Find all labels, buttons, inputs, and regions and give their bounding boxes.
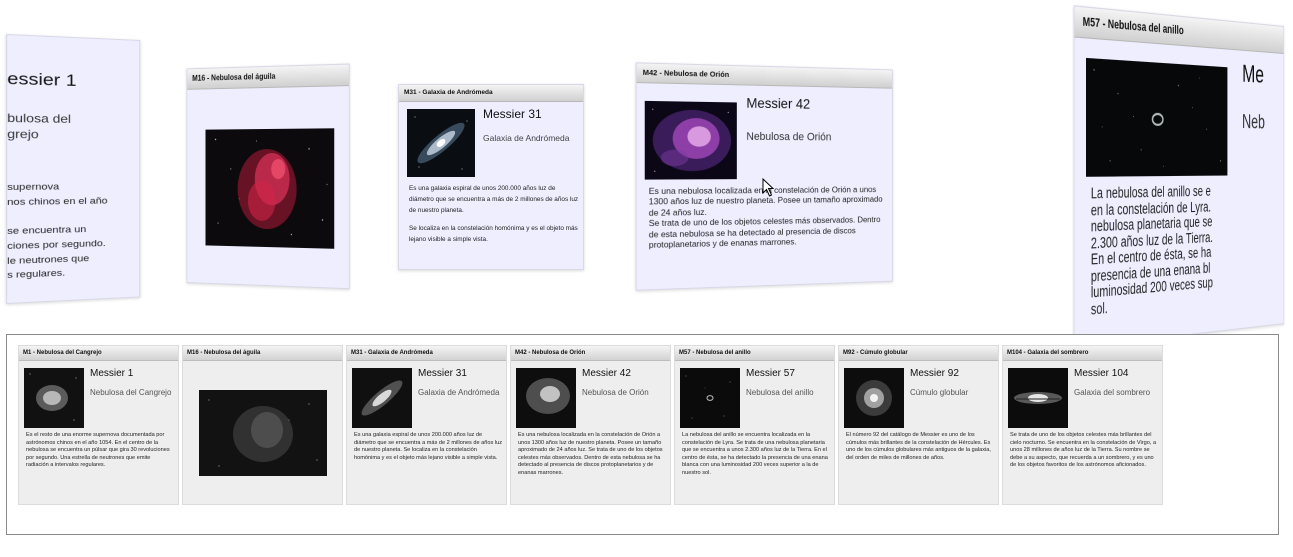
tile-title: Messier 1 — [90, 368, 133, 379]
tile-description: La nebulosa del anillo se encuentra loca… — [682, 432, 830, 502]
strip-tile-m16[interactable]: M16 - Nebulosa del águila — [182, 345, 343, 505]
andromeda-galaxy-image — [352, 368, 412, 428]
tile-subtitle: Nebulosa del Cangrejo — [90, 388, 174, 398]
tile-description: Es el resto de una enorme supernova docu… — [26, 432, 174, 502]
mouse-pointer-icon — [762, 178, 776, 198]
tile-subtitle: Nebulosa de Orión — [582, 388, 666, 398]
tile-description: Es una nebulosa localizada en la constel… — [518, 432, 666, 502]
strip-tile-m92[interactable]: M92 - Cúmulo globular Messier 92 Cúmulo … — [838, 345, 999, 505]
eagle-nebula-image — [206, 128, 335, 248]
carousel-card-m16[interactable]: M16 - Nebulosa del águila — [186, 63, 349, 289]
card-header: M42 - Nebulosa de Orión — [637, 63, 892, 88]
strip-tile-m31[interactable]: M31 - Galaxia de Andrómeda Messier 31 Ga… — [346, 345, 507, 505]
orion-nebula-image — [516, 368, 576, 428]
strip-tile-m104[interactable]: M104 - Galaxia del sombrero Messier 104 … — [1002, 345, 1163, 505]
card-description: La nebulosa del anillo se e en la conste… — [1091, 183, 1284, 319]
tile-header: M104 - Galaxia del sombrero — [1003, 346, 1162, 361]
carousel-card-m42[interactable]: M42 - Nebulosa de Orión Messier 42 Nebul… — [636, 62, 893, 290]
card-header: M57 - Nebulosa del anillo — [1074, 6, 1283, 53]
eagle-nebula-image — [199, 390, 327, 476]
tile-description: Se trata de uno de los objetos celestes … — [1010, 432, 1158, 502]
card-header: M16 - Nebulosa del águila — [187, 65, 349, 90]
carousel-card-m57[interactable]: M57 - Nebulosa del anillo Me Neb La nebu… — [1074, 5, 1284, 348]
card-subtitle: Galaxia de Andrómeda — [483, 133, 573, 144]
carousel-card-m1[interactable]: essier 1 bulosa del grejo supernova nos … — [6, 34, 140, 304]
tile-title: Messier 104 — [1074, 368, 1128, 379]
card-title: Messier 31 — [483, 107, 542, 121]
card-header: M31 - Galaxia de Andrómeda — [399, 85, 583, 102]
carousel-3d: essier 1 bulosa del grejo supernova nos … — [0, 0, 1293, 325]
tile-subtitle: Nebulosa del anillo — [746, 388, 830, 398]
card-title: Messier 42 — [746, 95, 810, 112]
tile-title: Messier 92 — [910, 368, 959, 379]
tile-title: Messier 42 — [582, 368, 631, 379]
tile-subtitle: Galaxia de Andrómeda — [418, 388, 502, 398]
carousel-card-m31[interactable]: M31 - Galaxia de Andrómeda Messier 31 Ga… — [398, 84, 584, 270]
tile-header: M42 - Nebulosa de Orión — [511, 346, 670, 361]
ring-nebula-image — [680, 368, 740, 428]
globular-cluster-image — [844, 368, 904, 428]
andromeda-galaxy-image — [407, 109, 475, 177]
tile-subtitle: Galaxia del sombrero — [1074, 388, 1158, 398]
card-subtitle: bulosa del grejo — [7, 111, 71, 143]
card-title: essier 1 — [7, 69, 76, 91]
card-subtitle: Neb — [1242, 112, 1265, 135]
strip-tile-m57[interactable]: M57 - Nebulosa del anillo Messier 57 Neb… — [674, 345, 835, 505]
card-description: Es una galaxia espiral de unos 200.000 a… — [409, 183, 579, 245]
tile-header: M16 - Nebulosa del águila — [183, 346, 342, 361]
tile-header: M92 - Cúmulo globular — [839, 346, 998, 361]
tile-subtitle: Cúmulo globular — [910, 388, 994, 398]
card-subtitle: Nebulosa de Orión — [746, 131, 831, 144]
tile-title: Messier 31 — [418, 368, 467, 379]
ring-nebula-image — [1086, 58, 1227, 177]
sombrero-galaxy-image — [1008, 368, 1068, 428]
thumbnail-strip: M1 - Nebulosa del Cangrejo Messier 1 Neb… — [6, 334, 1279, 535]
card-description: supernova nos chinos en el año se encuen… — [7, 180, 107, 284]
tile-header: M57 - Nebulosa del anillo — [675, 346, 834, 361]
strip-tile-m1[interactable]: M1 - Nebulosa del Cangrejo Messier 1 Neb… — [18, 345, 179, 505]
orion-nebula-image — [645, 101, 737, 180]
tile-header: M1 - Nebulosa del Cangrejo — [19, 346, 178, 361]
card-title: Me — [1242, 60, 1264, 90]
strip-tile-m42[interactable]: M42 - Nebulosa de Orión Messier 42 Nebul… — [510, 345, 671, 505]
tile-header: M31 - Galaxia de Andrómeda — [347, 346, 506, 361]
tile-title: Messier 57 — [746, 368, 795, 379]
tile-description: El número 92 del catálogo de Messier es … — [846, 432, 994, 502]
tile-description: Es una galaxia espiral de unos 200.000 a… — [354, 432, 502, 502]
crab-nebula-image — [24, 368, 84, 428]
